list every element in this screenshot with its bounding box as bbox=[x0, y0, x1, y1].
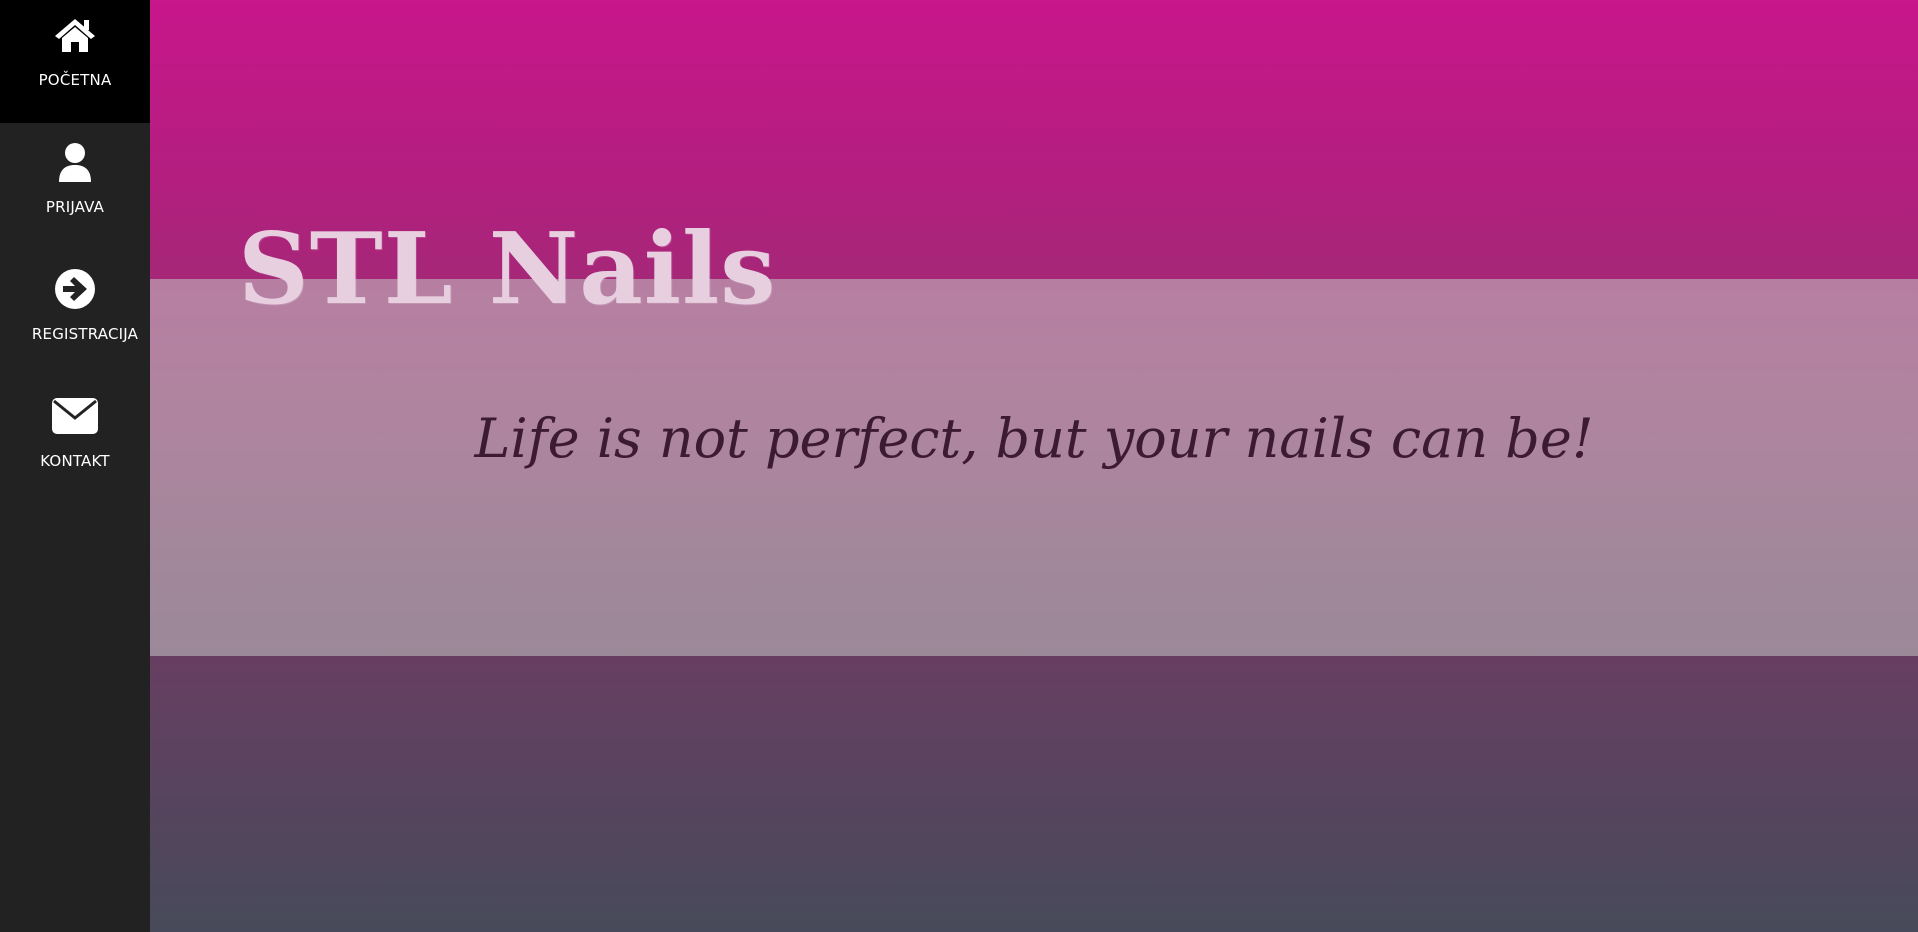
user-icon bbox=[0, 141, 150, 183]
sidebar-item-label: POČETNA bbox=[38, 71, 112, 89]
sidebar-item-prijava[interactable]: PRIJAVA bbox=[0, 127, 150, 250]
hero-section: STL Nails Life is not perfect, but your … bbox=[150, 0, 1918, 932]
sidebar-item-pocetna[interactable]: POČETNA bbox=[0, 0, 150, 123]
envelope-icon bbox=[0, 395, 150, 437]
sidebar-item-registracija[interactable]: REGISTRACIJA bbox=[0, 254, 150, 377]
page: POČETNA PRIJAVA REGISTRACIJA KONTAKT STL… bbox=[0, 0, 1918, 932]
hero-tagline: Life is not perfect, but your nails can … bbox=[474, 407, 1594, 470]
sidebar-item-kontakt[interactable]: KONTAKT bbox=[0, 381, 150, 504]
sidebar-item-label: KONTAKT bbox=[40, 452, 110, 470]
sidebar-nav: POČETNA PRIJAVA REGISTRACIJA KONTAKT bbox=[0, 0, 150, 932]
sidebar-item-label: PRIJAVA bbox=[45, 198, 105, 216]
home-icon bbox=[0, 14, 150, 56]
brand-title: STL Nails bbox=[238, 212, 777, 327]
sidebar-item-label: REGISTRACIJA bbox=[31, 325, 139, 343]
arrow-right-circle-icon bbox=[0, 268, 150, 310]
